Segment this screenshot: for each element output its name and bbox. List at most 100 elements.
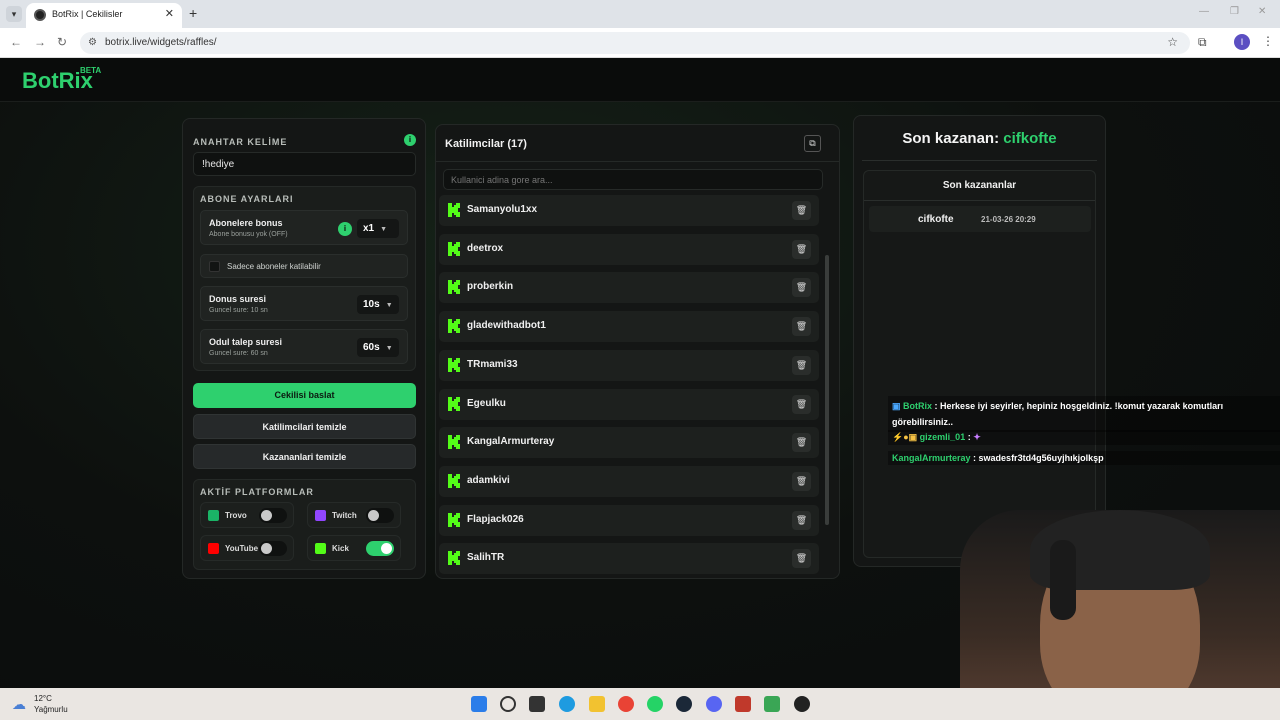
chat-user: gizemli_01 — [919, 432, 966, 442]
trash-icon[interactable]: 🗑 — [792, 355, 811, 375]
search-icon[interactable] — [500, 696, 516, 712]
bonus-time-subtitle: Guncel sure: 10 sn — [209, 307, 268, 314]
participant-scrollbar[interactable] — [825, 255, 829, 525]
kick-icon — [448, 280, 460, 295]
participant-row: KangalArmurteray 🗑 — [439, 427, 819, 459]
chrome-icon[interactable] — [618, 696, 634, 712]
beta-badge: BETA — [80, 66, 102, 75]
discord-icon[interactable] — [706, 696, 722, 712]
app-icon[interactable] — [735, 696, 751, 712]
tab-title: BotRix | Cekilisler — [52, 9, 123, 19]
participant-name: KangalArmurteray — [467, 436, 555, 448]
youtube-toggle[interactable] — [259, 541, 287, 556]
participant-name: SalihTR — [467, 552, 505, 564]
url-text: botrix.live/widgets/raffles/ — [105, 37, 217, 48]
sub-bonus-info-icon[interactable]: i — [338, 222, 352, 236]
browser-toolbar: ← → ↻ ⚙ botrix.live/widgets/raffles/ ☆ ⧉ — [0, 28, 1280, 58]
kick-icon — [448, 435, 460, 450]
tab-search-dropdown-icon[interactable]: ▾ — [6, 6, 22, 22]
keyword-info-icon[interactable]: i — [404, 134, 416, 146]
sub-only-row[interactable]: Sadece aboneler katilabilir — [200, 254, 408, 278]
clear-winners-button[interactable]: Kazananlari temizle — [193, 444, 416, 469]
obs-icon[interactable] — [794, 696, 810, 712]
chevron-down-icon: ▼ — [385, 302, 393, 309]
profile-avatar[interactable]: I — [1234, 34, 1250, 50]
claim-time-select[interactable]: 60s ▼ — [357, 338, 399, 357]
sub-only-checkbox[interactable] — [209, 261, 220, 272]
trash-icon[interactable]: 🗑 — [792, 317, 811, 337]
weather-desc: Yağmurlu — [34, 705, 68, 714]
steam-icon[interactable] — [676, 696, 692, 712]
participant-row: SalihTR 🗑 — [439, 543, 819, 575]
trash-icon[interactable]: 🗑 — [792, 471, 811, 491]
claim-time-title: Odul talep suresi — [209, 337, 283, 347]
kick-toggle[interactable] — [366, 541, 394, 556]
sub-bonus-subtitle: Abone bonusu yok (OFF) — [209, 231, 288, 238]
browser-tab-active[interactable]: BotRix | Cekilisler ✕ — [26, 3, 182, 28]
participant-name: gladewithadbot1 — [467, 320, 546, 332]
browser-menu-icon[interactable]: ⋮ — [1262, 34, 1274, 48]
windows-start-icon[interactable] — [471, 696, 487, 712]
participant-row: Flapjack026 🗑 — [439, 504, 819, 536]
participant-name: Egeulku — [467, 397, 506, 409]
bot-badge-icon: ▣ — [892, 401, 901, 411]
reload-icon[interactable]: ↻ — [57, 35, 67, 49]
edge-icon[interactable] — [559, 696, 575, 712]
trovo-icon — [208, 510, 219, 521]
bonus-time-select[interactable]: 10s ▼ — [357, 295, 399, 314]
new-tab-icon[interactable]: + — [189, 5, 197, 21]
chat-text: : — [967, 432, 971, 442]
participant-row: Egeulku 🗑 — [439, 388, 819, 420]
window-close-icon[interactable]: ✕ — [1258, 6, 1266, 17]
address-bar[interactable]: ⚙ botrix.live/widgets/raffles/ ☆ — [80, 32, 1190, 54]
forward-icon[interactable]: → — [34, 35, 46, 49]
copy-icon[interactable]: ⧉ — [804, 135, 821, 152]
trash-icon[interactable]: 🗑 — [792, 201, 811, 220]
game-icon[interactable] — [764, 696, 780, 712]
back-icon[interactable]: ← — [10, 35, 22, 49]
clear-participants-button[interactable]: Katilimcilari temizle — [193, 414, 416, 439]
kick-icon — [448, 551, 460, 566]
trash-icon[interactable]: 🗑 — [792, 510, 811, 530]
divider — [864, 200, 1095, 201]
platform-name: Kick — [332, 544, 349, 553]
trash-icon[interactable]: 🗑 — [792, 549, 811, 569]
restore-icon[interactable]: ❐ — [1230, 6, 1239, 17]
start-raffle-button[interactable]: Cekilisi baslat — [193, 383, 416, 408]
trash-icon[interactable]: 🗑 — [792, 394, 811, 414]
youtube-icon — [208, 543, 219, 554]
kick-icon — [448, 241, 460, 256]
file-explorer-icon[interactable] — [589, 696, 605, 712]
participant-search-input[interactable] — [443, 169, 823, 190]
platform-kick: Kick — [307, 535, 401, 561]
task-view-icon[interactable] — [529, 696, 545, 712]
sub-bonus-select[interactable]: x1 ▼ — [357, 219, 399, 238]
keyword-input[interactable]: !hediye — [193, 152, 416, 176]
kick-icon — [448, 203, 460, 217]
chat-message: KangalArmurteray : swadesfr3td4g56uyjhık… — [888, 451, 1280, 465]
recent-winners-title: Son kazananlar — [942, 180, 1017, 191]
headphones — [1050, 540, 1076, 620]
kick-icon — [448, 357, 460, 372]
trash-icon[interactable]: 🗑 — [792, 278, 811, 298]
whatsapp-icon[interactable] — [647, 696, 663, 712]
bonus-time-row: Donus suresi Guncel sure: 10 sn 10s ▼ — [200, 286, 408, 321]
weather-icon[interactable]: ☁ — [12, 696, 26, 713]
participant-name: Flapjack026 — [467, 513, 524, 525]
twitch-toggle[interactable] — [366, 508, 394, 523]
recent-winner-time: 21-03-26 20:29 — [981, 215, 1036, 224]
subscriber-settings-label: ABONE AYARLARI — [200, 194, 294, 204]
site-info-icon[interactable]: ⚙ — [88, 37, 97, 48]
tab-favicon-icon — [34, 9, 46, 21]
trovo-toggle[interactable] — [259, 508, 287, 523]
extensions-icon[interactable]: ⧉ — [1198, 35, 1207, 50]
trash-icon[interactable]: 🗑 — [792, 239, 811, 259]
minimize-icon[interactable]: — — [1199, 6, 1209, 17]
last-winner-label: Son kazanan: — [902, 130, 1000, 147]
participant-row: gladewithadbot1 🗑 — [439, 311, 819, 343]
bookmark-star-icon[interactable]: ☆ — [1167, 35, 1178, 49]
tab-close-icon[interactable]: ✕ — [165, 7, 174, 20]
trash-icon[interactable]: 🗑 — [792, 433, 811, 453]
claim-time-subtitle: Guncel sure: 60 sn — [209, 350, 268, 357]
sub-bonus-title: Abonelere bonus — [209, 218, 283, 228]
